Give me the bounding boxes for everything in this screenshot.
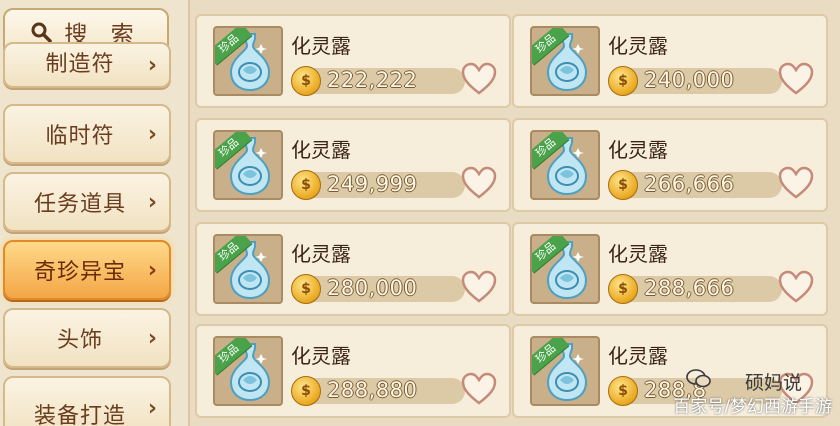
item-card[interactable]: 珍品 化灵露 $249,999 xyxy=(195,118,511,212)
chevron-right-icon: › xyxy=(147,257,157,283)
item-name: 化灵露 xyxy=(291,138,351,162)
coin-icon: $ xyxy=(608,66,638,96)
item-thumbnail: 珍品 xyxy=(530,234,600,304)
chevron-right-icon: › xyxy=(147,121,157,147)
coin-icon: $ xyxy=(291,274,321,304)
category-label: 临时符 xyxy=(45,124,115,149)
category-label: 奇珍异宝 xyxy=(33,260,126,285)
item-thumbnail: 珍品 xyxy=(530,336,600,406)
item-card[interactable]: 珍品 化灵露 $266,666 xyxy=(512,118,828,212)
item-name: 化灵露 xyxy=(608,344,668,368)
item-name: 化灵露 xyxy=(608,138,668,162)
item-card[interactable]: 珍品 化灵露 $280,000 xyxy=(195,222,511,316)
category-item-zhizaofu[interactable]: 制造符 › xyxy=(3,42,171,88)
favorite-heart-icon[interactable] xyxy=(461,372,497,406)
chevron-right-icon: › xyxy=(147,325,157,351)
coin-icon: $ xyxy=(608,170,638,200)
category-label: 制造符 xyxy=(45,52,115,77)
favorite-heart-icon[interactable] xyxy=(778,372,814,406)
favorite-heart-icon[interactable] xyxy=(461,270,497,304)
item-name: 化灵露 xyxy=(608,242,668,266)
item-card[interactable]: 珍品 化灵露 $288,880 xyxy=(195,324,511,418)
category-item-qizhenyibao[interactable]: 奇珍异宝 › xyxy=(3,240,171,300)
item-thumbnail: 珍品 xyxy=(530,26,600,96)
item-thumbnail: 珍品 xyxy=(530,130,600,200)
item-price: 288,666 xyxy=(644,276,735,300)
category-label: 任务道具 xyxy=(33,192,126,217)
item-name: 化灵露 xyxy=(291,34,351,58)
item-name: 化灵露 xyxy=(291,242,351,266)
favorite-heart-icon[interactable] xyxy=(778,166,814,200)
item-price: 249,999 xyxy=(327,172,418,196)
item-price: 240,000 xyxy=(644,68,735,92)
coin-icon: $ xyxy=(291,376,321,406)
category-item-toushi[interactable]: 头饰 › xyxy=(3,308,171,368)
item-card[interactable]: 珍品 化灵露 $222,222 xyxy=(195,14,511,108)
coin-icon: $ xyxy=(608,376,638,406)
item-name: 化灵露 xyxy=(291,344,351,368)
item-price: 280,000 xyxy=(327,276,418,300)
item-card[interactable]: 珍品 化灵露 $288,8 xyxy=(512,324,828,418)
item-thumbnail: 珍品 xyxy=(213,234,283,304)
favorite-heart-icon[interactable] xyxy=(461,166,497,200)
item-thumbnail: 珍品 xyxy=(213,336,283,406)
item-card[interactable]: 珍品 化灵露 $240,000 xyxy=(512,14,828,108)
chevron-right-icon: › xyxy=(147,189,157,215)
category-item-linshifu[interactable]: 临时符 › xyxy=(3,104,171,164)
item-thumbnail: 珍品 xyxy=(213,26,283,96)
favorite-heart-icon[interactable] xyxy=(461,62,497,96)
item-price: 222,222 xyxy=(327,68,418,92)
item-price: 266,666 xyxy=(644,172,735,196)
category-sidebar: 搜 索 制造符 › 临时符 › 任务道具 › 奇珍异宝 › 头饰 › 装备打造 … xyxy=(0,0,190,426)
category-item-zhuangbeidazao[interactable]: 装备打造 › xyxy=(3,376,171,426)
favorite-heart-icon[interactable] xyxy=(778,62,814,96)
chevron-right-icon: › xyxy=(147,396,157,421)
item-card[interactable]: 珍品 化灵露 $288,666 xyxy=(512,222,828,316)
item-name: 化灵露 xyxy=(608,34,668,58)
coin-icon: $ xyxy=(291,170,321,200)
item-thumbnail: 珍品 xyxy=(213,130,283,200)
category-label: 装备打造 xyxy=(33,404,126,426)
item-price: 288,880 xyxy=(327,378,418,402)
item-grid: 珍品 化灵露 $222,222 珍品 化灵露 $240,000 珍品 化灵露 $249,999 珍… xyxy=(192,0,840,426)
item-price: 288,8 xyxy=(644,378,707,402)
category-item-renwudaoju[interactable]: 任务道具 › xyxy=(3,172,171,232)
coin-icon: $ xyxy=(608,274,638,304)
chevron-right-icon: › xyxy=(147,52,157,78)
magnifier-icon xyxy=(31,22,53,43)
category-label: 头饰 xyxy=(56,328,103,353)
coin-icon: $ xyxy=(291,66,321,96)
favorite-heart-icon[interactable] xyxy=(778,270,814,304)
